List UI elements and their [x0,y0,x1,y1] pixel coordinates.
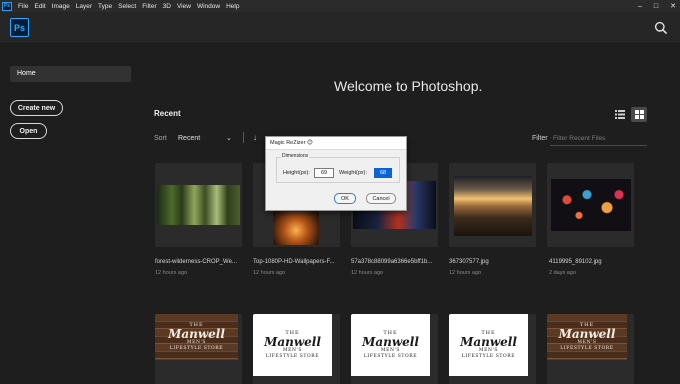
logo-text: Manwell [460,335,517,349]
file-thumbnail [454,176,532,236]
menu-file[interactable]: File [15,3,31,10]
file-date: 12 hours ago [449,270,482,276]
logo-text: Manwell [558,327,616,341]
recent-file-card[interactable] [449,163,536,247]
grid-view-button[interactable] [631,107,647,122]
menu-bar: Ps File Edit Image Layer Type Select Fil… [0,0,680,12]
list-view-icon [614,110,625,119]
menu-filter[interactable]: Filter [139,3,159,10]
logo-text: LIFESTYLE STORE [265,354,320,359]
dimensions-group-label: Dimensions [281,153,310,159]
file-name[interactable]: 4119995_89102.jpg [549,259,602,265]
dialog-title: Magic ReZizer [270,140,306,146]
recent-file-card[interactable]: THE Manwell MEN'S LIFESTYLE STORE [253,314,340,384]
file-thumbnail [157,185,240,225]
chevron-down-icon[interactable]: ⌄ [226,134,232,142]
weight-label: Weight(px): [339,170,368,176]
sort-label: Sort [154,135,167,142]
divider [243,132,244,143]
file-thumbnail [551,179,631,231]
smiley-icon: 😊 [306,140,313,146]
photoshop-logo: Ps [10,18,29,37]
logo-text: Manwell [362,335,419,349]
logo-text: Manwell [168,327,225,341]
menu-help[interactable]: Help [223,3,242,10]
create-new-button[interactable]: Create new [10,100,63,116]
recent-file-card[interactable]: THE Manwell MEN'S LIFESTYLE STORE [547,314,634,384]
logo-text: LIFESTYLE STORE [363,354,418,359]
menu-3d[interactable]: 3D [160,3,174,10]
recent-file-card[interactable]: THE Manwell MEN'S LIFESTYLE STORE [449,314,536,384]
search-icon [654,21,668,35]
file-thumbnail: THE Manwell MEN'S LIFESTYLE STORE [351,314,430,376]
file-thumbnail [273,208,319,245]
recent-file-card[interactable]: THE Manwell MEN'S LIFESTYLE STORE [351,314,438,384]
sort-dropdown[interactable]: Recent [178,135,200,142]
recent-file-card[interactable] [155,163,242,247]
dialog-title-bar[interactable]: Magic ReZizer 😊 [266,137,406,150]
file-thumbnail: THE Manwell MEN'S LIFESTYLE STORE [253,314,332,376]
file-thumbnail: THE Manwell MEN'S LIFESTYLE STORE [547,314,627,360]
logo-text: LIFESTYLE STORE [169,346,224,351]
menu-type[interactable]: Type [95,3,115,10]
welcome-heading: Welcome to Photoshop. [334,78,483,94]
menu-layer[interactable]: Layer [73,3,95,10]
magic-rezizer-dialog: Magic ReZizer 😊 Dimensions Height(px): 6… [265,136,407,211]
list-view-button[interactable] [612,107,627,122]
recent-file-card[interactable] [547,163,634,247]
photoshop-app-icon: Ps [2,1,12,11]
maximize-button[interactable]: □ [654,3,658,10]
logo-text: Manwell [264,335,321,349]
height-label: Height(px): [283,170,310,176]
cancel-button[interactable]: Cancel [366,193,396,204]
file-date: 12 hours ago [351,270,384,276]
file-thumbnail: THE Manwell MEN'S LIFESTYLE STORE [155,314,238,360]
file-date: 2 days ago [549,270,576,276]
menu-edit[interactable]: Edit [31,3,48,10]
logo-text: LIFESTYLE STORE [560,346,614,351]
height-input[interactable]: 69 [314,168,334,178]
file-name[interactable]: Top-1080P-HD-Wallpapers-F... [253,259,334,265]
sidebar-item-home[interactable]: Home [10,66,131,82]
filter-input[interactable] [550,132,647,146]
menu-window[interactable]: Window [194,3,223,10]
weight-input[interactable]: 68 [374,168,392,178]
filter-label: Filter [532,135,548,142]
minimize-button[interactable]: – [638,3,642,10]
file-date: 12 hours ago [155,270,188,276]
window-controls: – □ ✕ [638,0,676,12]
grid-view-icon [634,110,644,119]
sidebar: Home Create new Open [0,45,138,384]
file-name[interactable]: forest-wilderness-CROP_We... [155,259,237,265]
logo-text: LIFESTYLE STORE [461,354,516,359]
recent-file-card[interactable]: THE Manwell MEN'S LIFESTYLE STORE [155,314,242,384]
file-date: 12 hours ago [253,270,286,276]
ok-button[interactable]: OK [334,193,356,204]
file-name[interactable]: 367307577.jpg [449,259,489,265]
file-thumbnail: THE Manwell MEN'S LIFESTYLE STORE [449,314,528,376]
app-header: Ps [0,12,680,44]
close-button[interactable]: ✕ [670,2,676,10]
open-button[interactable]: Open [10,123,47,139]
file-name[interactable]: 57a378c88099a6366e5bff1b... [351,259,432,265]
recent-heading: Recent [154,109,181,118]
menu-image[interactable]: Image [49,3,73,10]
menu-view[interactable]: View [174,3,194,10]
sort-direction-icon[interactable]: ↓ [253,133,257,142]
menu-select[interactable]: Select [115,3,139,10]
search-button[interactable] [654,21,668,35]
